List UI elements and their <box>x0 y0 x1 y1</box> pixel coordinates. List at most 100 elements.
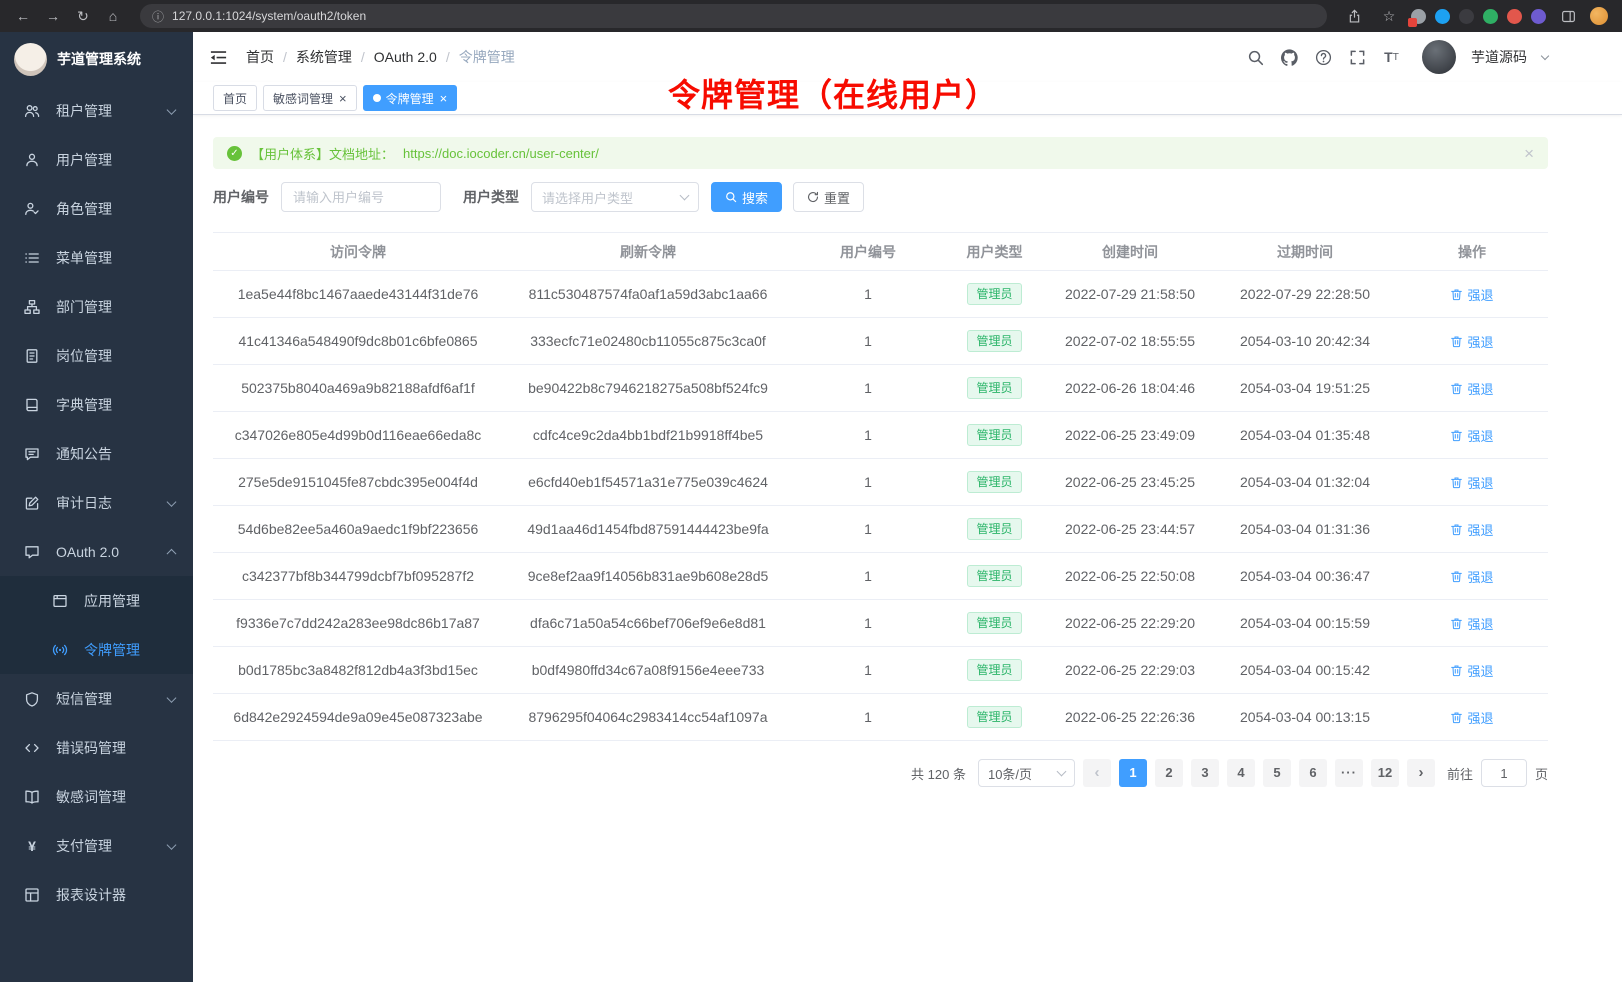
sidebar-item-report[interactable]: 报表设计器 <box>0 870 193 919</box>
sidebar-item-oauth2-token[interactable]: 令牌管理 <box>0 625 193 674</box>
page-button-12[interactable]: 12 <box>1371 759 1399 787</box>
search-icon[interactable] <box>1246 48 1265 67</box>
action-cell: 强退 <box>1396 271 1548 318</box>
sidebar-item-audit-log[interactable]: 审计日志 <box>0 478 193 527</box>
force-logout-button[interactable]: 强退 <box>1450 473 1493 492</box>
sidebar-item-label: 支付管理 <box>56 836 112 856</box>
action-cell: 强退 <box>1396 459 1548 506</box>
page-button-1[interactable]: 1 <box>1119 759 1147 787</box>
force-logout-button[interactable]: 强退 <box>1450 426 1493 445</box>
refresh-token-cell: e6cfd40eb1f54571a31e775e039c4624 <box>503 459 793 506</box>
bookmark-star-icon[interactable]: ☆ <box>1376 4 1402 28</box>
app-logo[interactable]: 芋道管理系统 <box>0 32 193 86</box>
expire-time-cell: 2054-03-04 00:13:15 <box>1214 694 1396 741</box>
breadcrumb-item[interactable]: OAuth 2.0 <box>374 49 437 65</box>
user-type-cell: 管理员 <box>943 412 1046 459</box>
force-logout-button[interactable]: 强退 <box>1450 332 1493 351</box>
force-logout-button[interactable]: 强退 <box>1450 567 1493 586</box>
doc-link[interactable]: https://doc.iocoder.cn/user-center/ <box>403 146 599 161</box>
next-page-button[interactable]: › <box>1407 759 1435 787</box>
url-text: 127.0.0.1:1024/system/oauth2/token <box>172 9 366 23</box>
page-button-4[interactable]: 4 <box>1227 759 1255 787</box>
prev-page-button[interactable]: ‹ <box>1083 759 1111 787</box>
table-row: 1ea5e44f8bc1467aaede43144f31de76811c5304… <box>213 271 1548 318</box>
force-logout-button[interactable]: 强退 <box>1450 379 1493 398</box>
extension-icon-2[interactable] <box>1435 9 1450 24</box>
user-type-cell: 管理员 <box>943 694 1046 741</box>
home-icon[interactable]: ⌂ <box>100 4 126 28</box>
refresh-icon <box>807 191 819 203</box>
force-logout-button[interactable]: 强退 <box>1450 708 1493 727</box>
username[interactable]: 芋道源码 <box>1471 47 1527 67</box>
sidebar-item-sensitive-word[interactable]: 敏感词管理 <box>0 772 193 821</box>
sidebar-item-post[interactable]: 岗位管理 <box>0 331 193 380</box>
user-type-cell: 管理员 <box>943 271 1046 318</box>
goto-page-input[interactable] <box>1481 759 1527 787</box>
browser-profile-avatar[interactable] <box>1590 7 1608 25</box>
extension-icon-4[interactable] <box>1483 9 1498 24</box>
sidebar-item-oauth2[interactable]: OAuth 2.0 <box>0 527 193 576</box>
site-info-icon[interactable]: ⓘ <box>152 8 164 25</box>
force-logout-button[interactable]: 强退 <box>1450 661 1493 680</box>
reload-icon[interactable]: ↻ <box>70 4 96 28</box>
page-unit-label: 页 <box>1535 764 1548 783</box>
page-size-select[interactable]: 10条/页 <box>978 759 1075 787</box>
sidebar-item-user[interactable]: 用户管理 <box>0 135 193 184</box>
back-icon[interactable]: ← <box>10 4 36 28</box>
extension-icon-6[interactable] <box>1531 9 1546 24</box>
reset-button[interactable]: 重置 <box>793 182 864 212</box>
sidebar-item-tenant[interactable]: 租户管理 <box>0 86 193 135</box>
page-button-6[interactable]: 6 <box>1299 759 1327 787</box>
access-token-cell: f9336e7c7dd242a283ee98dc86b17a87 <box>213 600 503 647</box>
tab-close-icon[interactable]: × <box>440 92 448 105</box>
user-avatar[interactable] <box>1422 40 1456 74</box>
breadcrumb-item[interactable]: 首页 <box>246 47 274 67</box>
force-logout-button[interactable]: 强退 <box>1450 285 1493 304</box>
sidebar-item-menu[interactable]: 菜单管理 <box>0 233 193 282</box>
sidebar-item-error-code[interactable]: 错误码管理 <box>0 723 193 772</box>
pager-more-button[interactable]: ··· <box>1335 759 1363 787</box>
create-time-cell: 2022-06-25 23:44:57 <box>1046 506 1214 553</box>
force-logout-button[interactable]: 强退 <box>1450 520 1493 539</box>
page-button-5[interactable]: 5 <box>1263 759 1291 787</box>
forward-icon[interactable]: → <box>40 4 66 28</box>
breadcrumb-item[interactable]: 系统管理 <box>296 47 352 67</box>
force-logout-button[interactable]: 强退 <box>1450 614 1493 633</box>
side-panel-icon[interactable] <box>1555 4 1581 28</box>
page-button-3[interactable]: 3 <box>1191 759 1219 787</box>
sidebar-item-notice[interactable]: 通知公告 <box>0 429 193 478</box>
user-type-cell: 管理员 <box>943 553 1046 600</box>
action-cell: 强退 <box>1396 647 1548 694</box>
github-icon[interactable] <box>1280 48 1299 67</box>
collapse-menu-icon[interactable] <box>209 48 228 67</box>
fullscreen-icon[interactable] <box>1348 48 1367 67</box>
font-size-icon[interactable]: TT <box>1382 48 1401 67</box>
refresh-token-cell: 8796295f04064c2983414cc54af1097a <box>503 694 793 741</box>
address-bar[interactable]: ⓘ 127.0.0.1:1024/system/oauth2/token <box>140 4 1327 28</box>
extension-icon-3[interactable] <box>1459 9 1474 24</box>
sidebar-item-dept[interactable]: 部门管理 <box>0 282 193 331</box>
help-icon[interactable] <box>1314 48 1333 67</box>
sidebar-item-role[interactable]: 角色管理 <box>0 184 193 233</box>
tab-sensitive-word[interactable]: 敏感词管理 × <box>263 85 357 111</box>
sidebar-item-pay[interactable]: ¥支付管理 <box>0 821 193 870</box>
share-icon[interactable] <box>1341 4 1367 28</box>
tab-token[interactable]: 令牌管理× <box>363 85 458 111</box>
sidebar-item-label: 敏感词管理 <box>56 787 126 807</box>
search-button[interactable]: 搜索 <box>711 182 782 212</box>
tab-home[interactable]: 首页 <box>213 85 257 111</box>
tab-label: 敏感词管理 <box>273 90 333 107</box>
sidebar-item-label: OAuth 2.0 <box>56 544 119 560</box>
page-button-2[interactable]: 2 <box>1155 759 1183 787</box>
user-type-badge: 管理员 <box>967 612 1021 634</box>
extension-icon-5[interactable] <box>1507 9 1522 24</box>
alert-close-icon[interactable]: × <box>1524 145 1534 162</box>
user-type-select[interactable]: 请选择用户类型 <box>531 182 699 212</box>
extension-icon-1[interactable] <box>1411 9 1426 24</box>
sidebar-item-oauth2-app[interactable]: 应用管理 <box>0 576 193 625</box>
user-id-input[interactable] <box>281 182 441 212</box>
tab-close-icon[interactable]: × <box>339 92 347 105</box>
sidebar-item-sms[interactable]: 短信管理 <box>0 674 193 723</box>
sidebar-item-dict[interactable]: 字典管理 <box>0 380 193 429</box>
user-type-placeholder: 请选择用户类型 <box>542 188 633 207</box>
